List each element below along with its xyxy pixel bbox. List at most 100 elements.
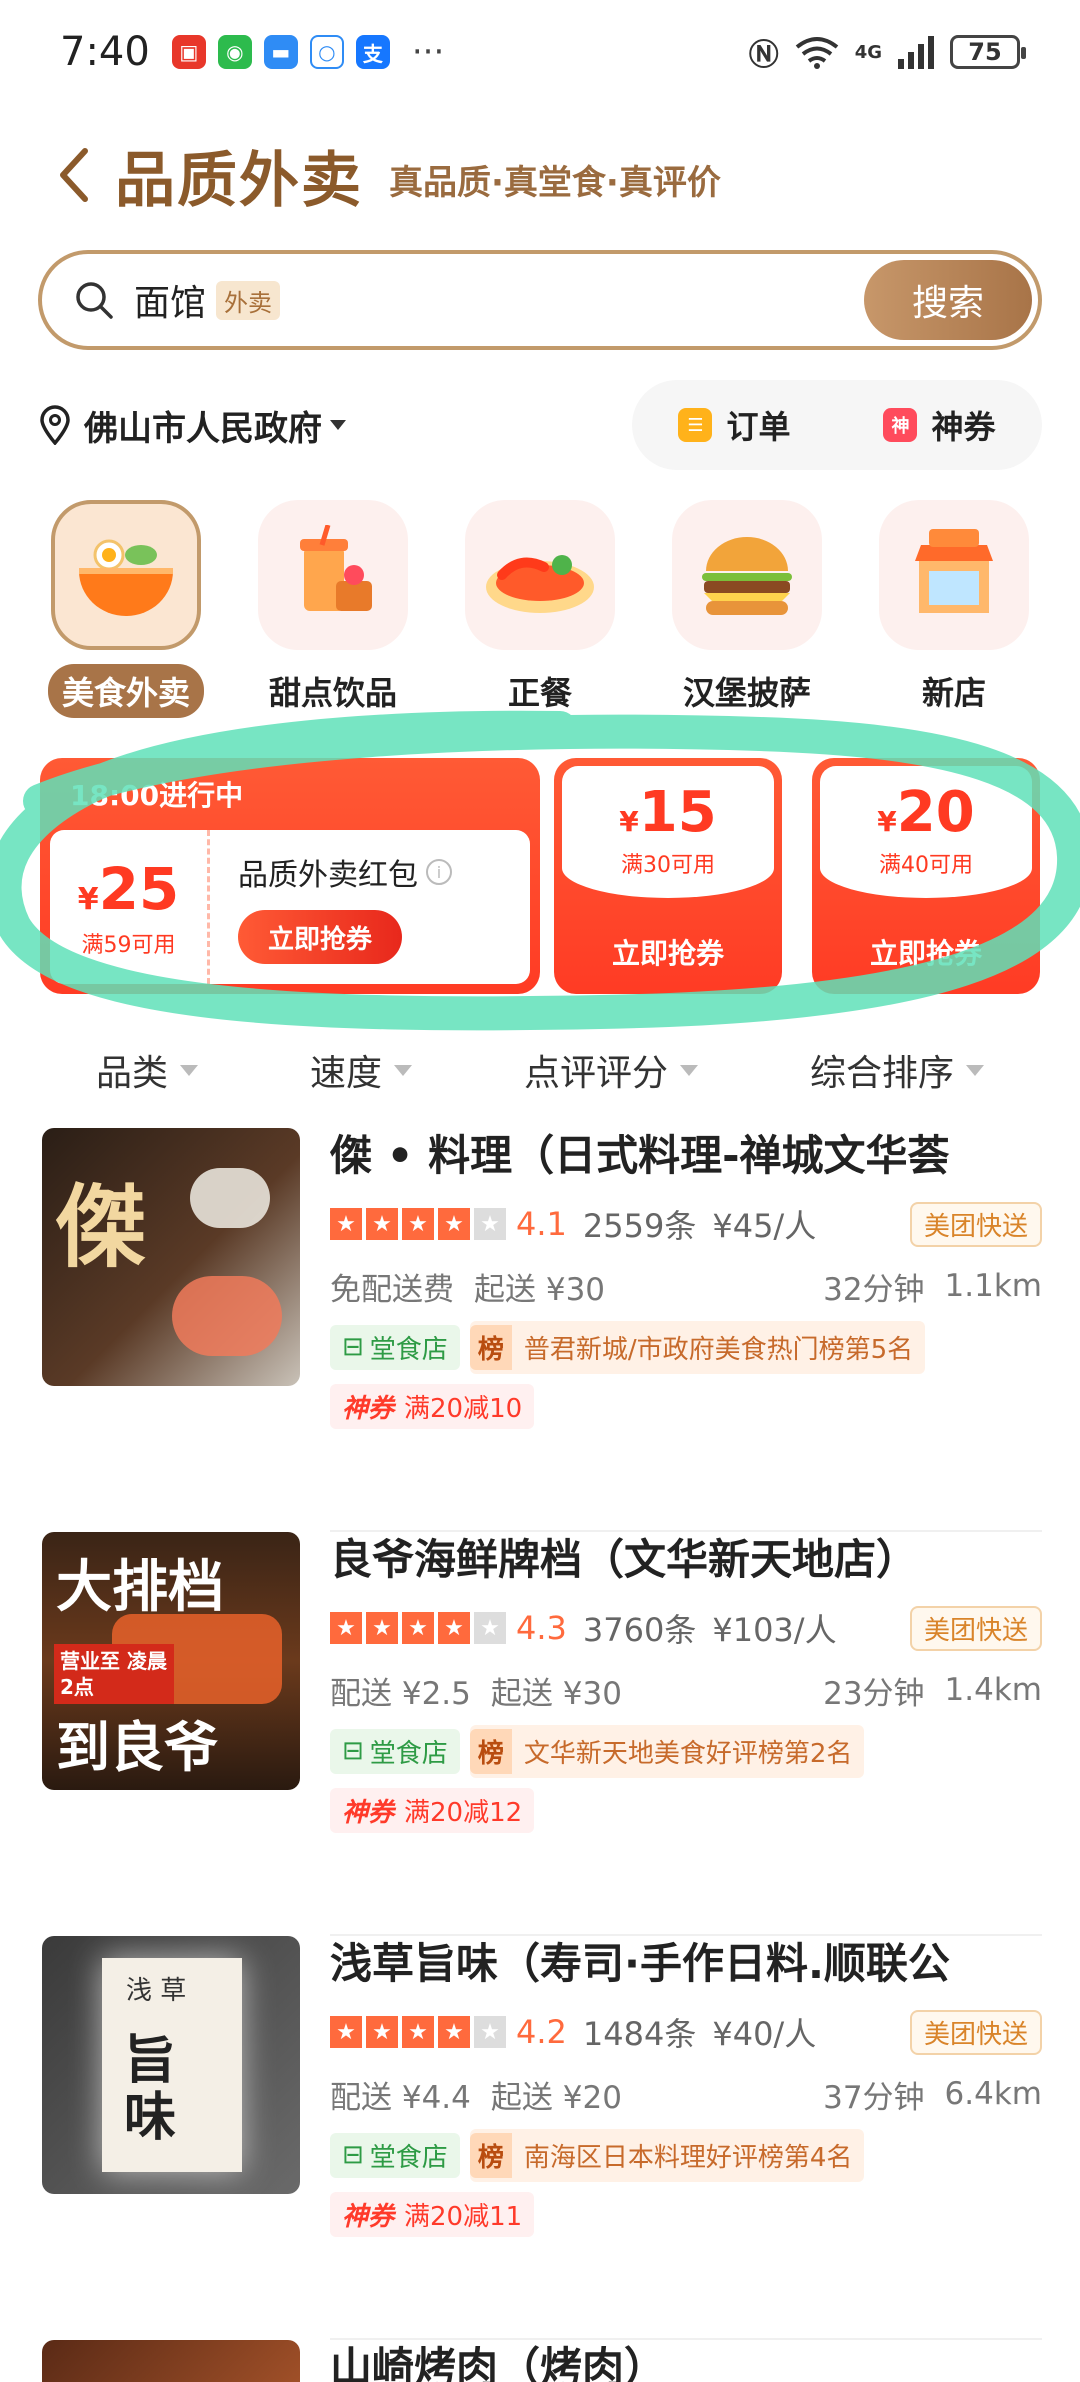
- category-main-meal[interactable]: 正餐: [452, 500, 628, 718]
- category-label: 甜点饮品: [268, 674, 397, 712]
- delivery-fee: 配送 ¥4.4: [330, 2079, 471, 2116]
- orders-button[interactable]: ☰ 订单: [678, 402, 791, 448]
- filter-bar: 品类 速度 点评评分 综合排序: [0, 1030, 1080, 1110]
- ranking-tag[interactable]: 榜普君新城/市政府美食热门榜第5名: [469, 1320, 926, 1374]
- back-arrow-icon[interactable]: [55, 145, 95, 205]
- coupon-status: 18:00进行中: [70, 779, 244, 812]
- star-icon: ★: [474, 1612, 506, 1644]
- order-list-icon: ☰: [678, 408, 713, 442]
- chevron-down-icon[interactable]: [330, 420, 346, 430]
- grab-coupon-button[interactable]: 立即抢券: [554, 932, 782, 972]
- store-name[interactable]: 山崎烤肉（烤肉）: [330, 2340, 1042, 2382]
- caret-down-icon: [180, 1064, 198, 1076]
- distance: 6.4km: [944, 2076, 1042, 2112]
- delivery-fee: 配送 ¥2.5: [330, 1675, 471, 1712]
- minimum-order: 起送 ¥20: [490, 2079, 622, 2116]
- search-bar[interactable]: 面馆 外卖 搜索: [38, 250, 1042, 350]
- dine-in-tag: ⊟ 堂食店: [330, 1324, 460, 1370]
- delivery-time: 32分钟: [823, 1271, 925, 1308]
- star-rating: ★ ★ ★ ★ ★: [330, 2016, 506, 2048]
- store-name[interactable]: 浅草旨味（寿司·手作日料.顺联公: [330, 1936, 1042, 1992]
- message-app-icon: ▬: [263, 35, 298, 69]
- dine-in-tag: ⊟ 堂食店: [330, 1728, 460, 1774]
- ranking-tag[interactable]: 榜南海区日本料理好评榜第4名: [469, 2128, 865, 2182]
- store-card[interactable]: 傑 傑 • 料理（日式料理-禅城文华荟 ★ ★ ★ ★ ★ 4.1 2559条 …: [0, 1128, 1080, 1532]
- delivery-badge: 美团快送: [909, 2009, 1042, 2055]
- store-image: 傑: [42, 1128, 300, 1386]
- store-card[interactable]: 大排档 营业至 凌晨2点 到良爷 良爷海鲜牌档（文华新天地店） ★ ★ ★ ★ …: [0, 1532, 1080, 1936]
- page-header: 品质外卖 真品质·真堂食·真评价: [55, 130, 721, 220]
- category-food-delivery[interactable]: 美食外卖: [38, 500, 214, 718]
- coupon-main-card[interactable]: 18:00进行中 ¥25 满59可用 品质外卖红包 i 立即抢券: [40, 758, 540, 994]
- delivery-badge: 美团快送: [909, 1605, 1042, 1651]
- coupon-card-20[interactable]: ¥20 满40可用 立即抢券: [812, 758, 1040, 994]
- store-list: 傑 傑 • 料理（日式料理-禅城文华荟 ★ ★ ★ ★ ★ 4.1 2559条 …: [0, 1128, 1080, 2382]
- review-count: 3760条: [582, 1611, 697, 1649]
- red-packet-app-icon: ▣: [171, 35, 206, 69]
- search-app-icon: ○: [309, 35, 344, 69]
- grab-coupon-button[interactable]: 立即抢券: [238, 910, 402, 964]
- star-icon: ★: [402, 1612, 434, 1644]
- rating-score: 4.2: [516, 2013, 567, 2051]
- star-icon: ★: [402, 2016, 434, 2048]
- star-icon: ★: [366, 1612, 398, 1644]
- delivery-fee: 免配送费: [330, 1271, 454, 1308]
- coupons-button[interactable]: 神 神券: [883, 402, 996, 448]
- search-input[interactable]: 面馆: [134, 274, 206, 326]
- delivery-badge: 美团快送: [909, 1201, 1042, 1247]
- filter-sort[interactable]: 综合排序: [810, 1044, 984, 1096]
- rank-icon: 榜: [469, 1324, 512, 1370]
- distance: 1.1km: [944, 1268, 1042, 1304]
- category-new-store[interactable]: 新店: [866, 500, 1042, 718]
- signal-icon: [898, 36, 934, 69]
- store-image: 大排档 营业至 凌晨2点 到良爷: [42, 1532, 300, 1790]
- price-per-person: ¥103/人: [712, 1611, 837, 1649]
- category-burger-pizza[interactable]: 汉堡披萨: [659, 500, 835, 718]
- star-icon: ★: [366, 2016, 398, 2048]
- coupon-card-15[interactable]: ¥15 满30可用 立即抢券: [554, 758, 782, 994]
- noodle-bowl-icon: [51, 500, 201, 650]
- search-scope-tag: 外卖: [216, 280, 281, 320]
- store-image-title: 浅 草: [126, 1976, 187, 2006]
- review-count: 2559条: [582, 1207, 697, 1245]
- category-label: 新店: [921, 674, 986, 712]
- store-name[interactable]: 傑 • 料理（日式料理-禅城文华荟: [330, 1128, 1042, 1184]
- coupon-amount: ¥20: [877, 780, 975, 845]
- store-logo-text: 傑: [56, 1174, 146, 1280]
- caret-down-icon: [966, 1064, 984, 1076]
- store-name[interactable]: 良爷海鲜牌档（文华新天地店）: [330, 1532, 1042, 1588]
- location-row: 佛山市人民政府 ☰ 订单 神 神券: [38, 380, 1042, 470]
- category-dessert-drinks[interactable]: 甜点饮品: [245, 500, 421, 718]
- star-rating: ★ ★ ★ ★ ★: [330, 1208, 506, 1240]
- filter-rating[interactable]: 点评评分: [524, 1044, 698, 1096]
- coupon-amount: ¥25: [77, 855, 180, 923]
- dine-in-tag: ⊟ 堂食店: [330, 2132, 460, 2178]
- delivery-time: 37分钟: [823, 2079, 925, 2116]
- caret-down-icon: [680, 1064, 698, 1076]
- store-card[interactable]: 山崎烤肉（烤肉）: [0, 2340, 1080, 2382]
- ranking-tag[interactable]: 榜文华新天地美食好评榜第2名: [469, 1724, 865, 1778]
- location-selector[interactable]: 佛山市人民政府: [84, 401, 322, 450]
- status-bar: 7:40 ▣ ◉ ▬ ○ 支 ··· Ⓝ 4G 75: [0, 0, 1080, 104]
- filter-category[interactable]: 品类: [96, 1044, 198, 1096]
- store-card[interactable]: 浅 草 旨味 浅草旨味（寿司·手作日料.顺联公 ★ ★ ★ ★ ★ 4.2 14…: [0, 1936, 1080, 2340]
- info-icon[interactable]: i: [426, 859, 452, 885]
- price-per-person: ¥45/人: [712, 1207, 817, 1245]
- fried-shrimp-plate-icon: [465, 500, 615, 650]
- coupon-badge-icon: 神: [883, 408, 918, 442]
- star-rating: ★ ★ ★ ★ ★: [330, 1612, 506, 1644]
- coupon-condition: 满59可用: [81, 933, 176, 958]
- search-button[interactable]: 搜索: [864, 260, 1032, 340]
- store-icon: ⊟: [342, 1736, 364, 1766]
- filter-speed[interactable]: 速度: [310, 1044, 412, 1096]
- grab-coupon-button[interactable]: 立即抢券: [812, 932, 1040, 972]
- coupon-section: 18:00进行中 ¥25 满59可用 品质外卖红包 i 立即抢券 ¥15 满30…: [40, 758, 1040, 994]
- star-icon: ★: [474, 1208, 506, 1240]
- new-store-icon: [879, 500, 1029, 650]
- coupon-tag: 神券 满20减12: [330, 1788, 535, 1833]
- location-pin-icon: [40, 405, 70, 445]
- page-subtitle: 真品质·真堂食·真评价: [389, 162, 721, 203]
- coupon-condition: 满30可用: [621, 853, 715, 878]
- store-icon: ⊟: [342, 2140, 364, 2170]
- wechat-app-icon: ◉: [217, 35, 252, 69]
